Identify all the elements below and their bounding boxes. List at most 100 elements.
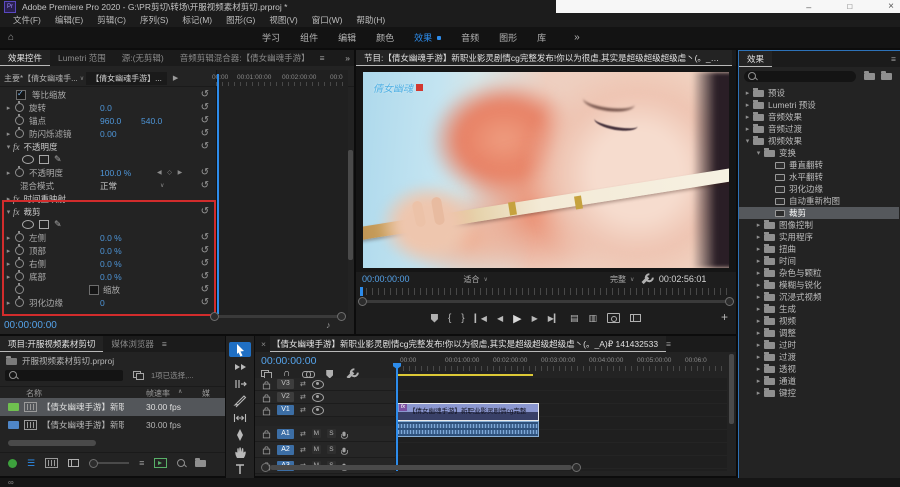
reset-icon[interactable]: ↺: [201, 114, 209, 127]
keyframe-nav-icons[interactable]: ◀ ◇ ▶: [157, 169, 184, 176]
rect-mask-icon[interactable]: [39, 220, 49, 229]
effects-tree-item[interactable]: 音频过渡: [739, 123, 899, 135]
ellipse-mask-icon[interactable]: [22, 155, 34, 164]
new-custom-bin-icon[interactable]: [864, 73, 875, 80]
ellipse-mask-icon[interactable]: [22, 220, 34, 229]
ripple-edit-tool[interactable]: [229, 376, 251, 391]
zoom-handle-left[interactable]: [261, 463, 270, 472]
mute-button[interactable]: M: [312, 429, 321, 438]
program-scrubber[interactable]: [360, 288, 732, 295]
effects-panel-tab[interactable]: 效果: [739, 51, 772, 67]
effects-tree-item[interactable]: 扭曲: [739, 243, 899, 255]
effects-tree-item[interactable]: 沉浸式视频: [739, 291, 899, 303]
effects-tree-item[interactable]: 自动重新构图: [739, 195, 899, 207]
effects-search-input[interactable]: [744, 71, 856, 82]
disclosure-icon[interactable]: [754, 317, 763, 325]
track-target-button[interactable]: V1: [277, 405, 294, 415]
panel-menu-icon[interactable]: ≡: [666, 339, 671, 349]
effects-tree-item[interactable]: 裁剪: [739, 207, 899, 219]
solo-button[interactable]: S: [327, 445, 336, 454]
workspace-tab[interactable]: 库: [527, 31, 556, 44]
ec-play-audio-icon[interactable]: ♪: [326, 320, 331, 330]
stopwatch-icon[interactable]: [15, 233, 24, 242]
snap-magnet-icon[interactable]: ∩: [283, 370, 290, 378]
rect-mask-icon[interactable]: [39, 155, 49, 164]
timeline-video-clip[interactable]: fx 【倩女幽魂手游】新职业影灵剧情cg完整: [397, 403, 539, 421]
checkbox-checked-icon[interactable]: [16, 90, 26, 100]
sync-lock-icon[interactable]: ⇄: [300, 406, 306, 414]
effects-tree-item[interactable]: 图像控制: [739, 219, 899, 231]
track-target-button[interactable]: A1: [277, 429, 294, 439]
settings-wrench-icon[interactable]: [642, 276, 649, 283]
timeline-timecode[interactable]: 00:00:00:00: [261, 355, 316, 367]
sync-lock-icon[interactable]: ⇄: [300, 430, 306, 438]
type-tool[interactable]: [229, 461, 251, 476]
ec-playhead[interactable]: [217, 74, 219, 314]
ec-timecode[interactable]: 00:00:00:00: [4, 320, 57, 331]
project-item-row[interactable]: 【倩女幽魂手游】新职 30.00 fps: [0, 416, 225, 434]
effects-tree-item[interactable]: 时间: [739, 255, 899, 267]
effects-tree-item[interactable]: 实用程序: [739, 231, 899, 243]
reset-icon[interactable]: ↺: [201, 179, 209, 192]
sort-icon[interactable]: ≡: [139, 458, 144, 468]
effects-tree-item[interactable]: 模糊与锐化: [739, 279, 899, 291]
pen-tool[interactable]: [229, 427, 251, 442]
disclosure-icon[interactable]: [754, 221, 763, 229]
ec-row-feather[interactable]: ▸羽化边缘0↺: [0, 296, 214, 309]
param-value[interactable]: 0.0: [100, 103, 112, 113]
reset-icon[interactable]: ↺: [201, 283, 209, 296]
timeline-playhead[interactable]: [396, 366, 398, 471]
track-target-button[interactable]: V3: [277, 379, 294, 389]
disclosure-icon[interactable]: [754, 329, 763, 337]
label-color-chip[interactable]: [8, 421, 19, 429]
stopwatch-icon[interactable]: [15, 246, 24, 255]
effects-tree-item[interactable]: 视频效果: [739, 135, 899, 147]
lock-icon[interactable]: [263, 409, 270, 415]
track-output-eye-icon[interactable]: [312, 406, 324, 415]
panel-tab[interactable]: 媒体浏览器: [103, 336, 162, 352]
param-value[interactable]: 0.0 %: [100, 272, 122, 282]
disclosure-icon[interactable]: [743, 101, 752, 109]
disclosure-icon[interactable]: [754, 245, 763, 253]
icon-view-icon[interactable]: [45, 458, 58, 468]
audio-track-header[interactable]: A2 ⇄ M S: [255, 442, 395, 458]
button-editor-icon[interactable]: +: [721, 310, 728, 324]
maximize-button[interactable]: □: [847, 2, 852, 11]
reset-icon[interactable]: ↺: [201, 101, 209, 114]
panel-tab[interactable]: 源:(无剪辑): [114, 50, 172, 66]
program-timecode[interactable]: 00:00:00:00: [362, 274, 410, 284]
disclosure-icon[interactable]: [743, 89, 752, 97]
timeline-ruler[interactable]: [397, 366, 727, 371]
lock-icon[interactable]: [263, 383, 270, 389]
reset-icon[interactable]: ↺: [201, 127, 209, 140]
tab-overflow-icon[interactable]: »: [345, 53, 354, 63]
step-back-icon[interactable]: ◀: [497, 314, 503, 323]
new-bin-icon[interactable]: [195, 460, 206, 467]
effects-tree-item[interactable]: 变换: [739, 147, 899, 159]
effects-tree-item[interactable]: 杂色与颗粒: [739, 267, 899, 279]
resolution-select[interactable]: 完整: [610, 274, 626, 285]
ec-row-anchor[interactable]: 锚点960.0540.0↺: [0, 114, 214, 127]
play-button-icon[interactable]: ▶: [513, 312, 521, 325]
mark-out-icon[interactable]: }: [461, 313, 464, 324]
track-target-button[interactable]: A2: [277, 445, 294, 455]
project-writable-icon[interactable]: [8, 459, 17, 468]
disclosure-icon[interactable]: [743, 125, 752, 133]
reset-icon[interactable]: ↺: [201, 166, 209, 179]
reset-icon[interactable]: ↺: [201, 231, 209, 244]
param-value[interactable]: 0.0 %: [100, 233, 122, 243]
ec-row-crop-left[interactable]: ▸左侧0.0 %↺: [0, 231, 214, 244]
program-monitor-tab[interactable]: 节目:【倩女幽魂手游】新职业影灵剧情cg完整发布!你以为很虐,其实是超级超级超级…: [356, 50, 732, 66]
param-value[interactable]: 100.0 %: [100, 168, 131, 178]
reset-icon[interactable]: ↺: [201, 244, 209, 257]
close-button[interactable]: ×: [888, 1, 894, 12]
add-marker-icon[interactable]: [431, 314, 438, 323]
audio-track-header[interactable]: A1 ⇄ M S: [255, 426, 395, 442]
disclosure-icon[interactable]: [754, 389, 763, 397]
workspace-overflow-icon[interactable]: »: [574, 32, 580, 43]
timeline-h-scrollbar[interactable]: [261, 463, 581, 471]
sequence-tab[interactable]: 【倩女幽魂手游】新职业影灵剧情cg完整发布!你以为很虐,其实是超级超级超级虐丶(…: [270, 336, 666, 352]
ec-vertical-scrollbar[interactable]: [348, 150, 353, 260]
razor-tool[interactable]: [229, 393, 251, 408]
zoom-handle-right[interactable]: [725, 297, 734, 306]
